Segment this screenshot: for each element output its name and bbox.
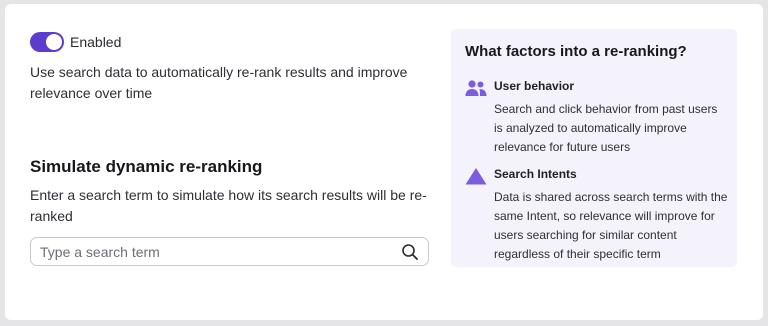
factor-description: Search and click behavior from past user…: [494, 102, 718, 154]
triangle-icon: [465, 168, 487, 185]
enable-toggle[interactable]: [30, 32, 64, 52]
toggle-knob: [46, 34, 62, 50]
toggle-label: Enabled: [70, 34, 122, 50]
search-icon[interactable]: [401, 243, 419, 261]
factor-description: Data is shared across search terms with …: [494, 190, 728, 261]
rerank-settings-card: Enabled Use search data to automatically…: [5, 4, 763, 320]
users-icon: [465, 80, 487, 96]
search-box: [30, 237, 429, 266]
auto-rerank-description: Use search data to automatically re-rank…: [30, 64, 408, 101]
factor-name: User behavior: [494, 79, 575, 93]
enable-toggle-row: Enabled: [30, 32, 121, 52]
simulate-title: Simulate dynamic re-ranking: [30, 157, 263, 176]
factor-name: Search Intents: [494, 167, 577, 181]
info-panel: What factors into a re-ranking? User beh…: [451, 29, 737, 267]
search-input[interactable]: [31, 238, 401, 265]
simulate-description: Enter a search term to simulate how its …: [30, 187, 427, 224]
info-title: What factors into a re-ranking?: [465, 43, 687, 60]
